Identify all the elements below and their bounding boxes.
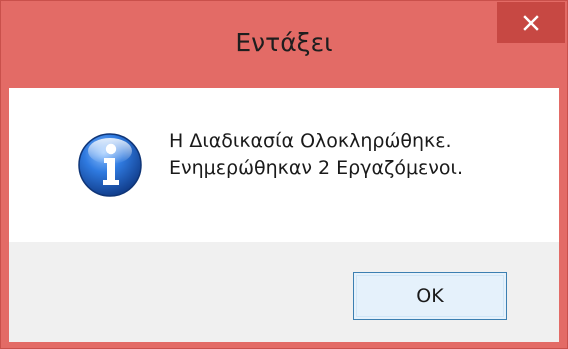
message-line-2: Ενημερώθηκαν 2 Εργαζόμενοι.	[169, 157, 464, 179]
message-text: Η Διαδικασία Ολοκληρώθηκε. Ενημερώθηκαν …	[169, 128, 549, 182]
message-line-1: Η Διαδικασία Ολοκληρώθηκε.	[169, 130, 452, 152]
button-bar: OK	[9, 242, 559, 342]
message-area: Η Διαδικασία Ολοκληρώθηκε. Ενημερώθηκαν …	[9, 88, 559, 242]
ok-button-label: OK	[416, 285, 444, 307]
dialog-content: Η Διαδικασία Ολοκληρώθηκε. Ενημερώθηκαν …	[9, 88, 559, 342]
close-button[interactable]	[497, 2, 565, 43]
info-icon	[78, 133, 142, 197]
message-dialog: Εντάξει Η Διαδικασία Ολοκληρώθηκε. Ενημε…	[0, 0, 568, 349]
title-bar[interactable]: Εντάξει	[1, 1, 567, 88]
close-icon	[523, 14, 539, 31]
ok-button[interactable]: OK	[353, 272, 507, 320]
dialog-title: Εντάξει	[235, 28, 333, 57]
